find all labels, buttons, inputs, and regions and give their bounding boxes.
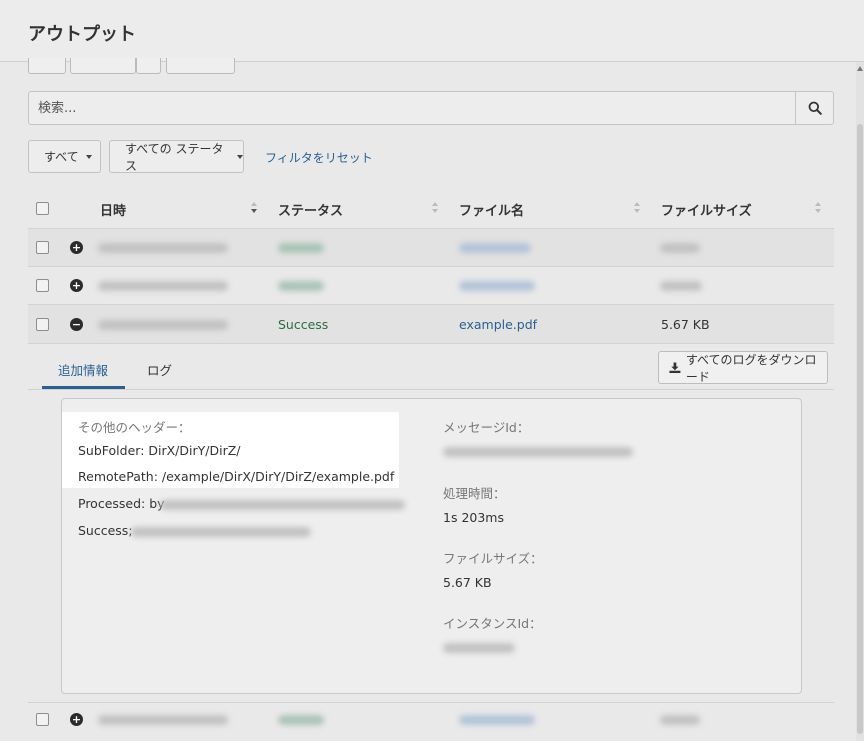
instance-id-label: インスタンスId： — [443, 616, 542, 631]
redacted-filesize — [660, 281, 702, 291]
row-checkbox[interactable] — [36, 279, 49, 292]
redacted-message-id — [443, 447, 633, 457]
type-filter-label: すべて — [44, 150, 79, 164]
remotepath-value: RemotePath: /example/DirX/DirY/DirZ/exam… — [78, 469, 395, 484]
sort-icon[interactable] — [815, 202, 821, 216]
redacted-success-value — [131, 527, 311, 537]
redacted-processed-value — [160, 500, 405, 510]
divider — [28, 343, 834, 344]
success-prefix: Success; — [78, 523, 133, 538]
caret-down-icon — [85, 154, 92, 159]
scrollbar-thumb[interactable] — [857, 124, 863, 734]
column-header-datetime[interactable]: 日時 — [100, 200, 126, 219]
redacted-filesize — [660, 715, 700, 725]
filesize-cell: 5.67 KB — [661, 317, 710, 332]
filename-link[interactable]: example.pdf — [459, 317, 537, 332]
redacted-status — [278, 715, 324, 725]
page-header: アウトプット — [0, 0, 864, 62]
toolbar-button-partial[interactable] — [166, 58, 235, 74]
scroll-up-icon[interactable] — [857, 66, 863, 71]
sort-icon[interactable] — [251, 202, 257, 216]
search-icon — [808, 101, 822, 115]
processed-prefix: Processed: by — [78, 496, 165, 511]
tab-additional-info[interactable]: 追加情報 — [58, 360, 108, 379]
redacted-datetime — [98, 243, 228, 253]
download-all-logs-label: すべてのログをダウンロード — [685, 352, 817, 384]
column-header-status[interactable]: ステータス — [278, 200, 343, 219]
sort-icon[interactable] — [432, 202, 438, 216]
divider — [28, 389, 834, 390]
row-checkbox[interactable] — [36, 713, 49, 726]
expand-icon[interactable]: + — [70, 241, 83, 254]
collapse-icon[interactable]: − — [70, 318, 83, 331]
tab-log[interactable]: ログ — [147, 360, 172, 379]
search-input[interactable] — [29, 92, 797, 124]
processing-time-value: 1s 203ms — [443, 510, 504, 525]
toolbar-button-partial[interactable] — [70, 58, 136, 74]
toolbar-button-partial[interactable] — [28, 58, 66, 74]
other-headers-label: その他のヘッダー： — [78, 420, 191, 435]
caret-down-icon — [237, 154, 243, 159]
file-size-label: ファイルサイズ： — [443, 551, 543, 566]
row-checkbox[interactable] — [36, 318, 49, 331]
status-filter-label: すべての ステータス — [125, 141, 224, 173]
toolbar-button-partial[interactable] — [136, 58, 161, 74]
download-icon — [669, 362, 681, 373]
expand-icon[interactable]: + — [70, 713, 83, 726]
type-filter-dropdown[interactable]: すべて — [28, 140, 101, 173]
row-checkbox[interactable] — [36, 241, 49, 254]
status-filter-dropdown[interactable]: すべての ステータス — [109, 140, 244, 173]
sort-icon[interactable] — [634, 202, 640, 216]
download-all-logs-button[interactable]: すべてのログをダウンロード — [658, 351, 828, 384]
vertical-scrollbar[interactable] — [856, 62, 864, 741]
redacted-status — [278, 243, 324, 253]
column-header-filename[interactable]: ファイル名 — [459, 200, 524, 219]
redacted-instance-id — [443, 643, 515, 653]
redacted-datetime — [98, 281, 228, 291]
redacted-filesize — [660, 243, 700, 253]
redacted-datetime — [98, 715, 228, 725]
redacted-filename — [459, 715, 535, 725]
search-button[interactable] — [795, 92, 833, 124]
reset-filters-link[interactable]: フィルタをリセット — [265, 149, 373, 166]
redacted-filename — [459, 281, 535, 291]
output-page: アウトプット すべて すべての ステータス フィルタをリセット 日時 ステータス… — [0, 0, 864, 741]
expand-icon[interactable]: + — [70, 279, 83, 292]
redacted-status — [278, 281, 324, 291]
status-cell: Success — [278, 317, 329, 332]
redacted-filename — [459, 243, 531, 253]
file-size-value: 5.67 KB — [443, 575, 492, 590]
page-title: アウトプット — [28, 24, 136, 45]
message-id-label: メッセージId： — [443, 420, 530, 435]
subfolder-value: SubFolder: DirX/DirY/DirZ/ — [78, 443, 241, 458]
select-all-checkbox[interactable] — [36, 202, 49, 215]
processing-time-label: 処理時間： — [443, 486, 506, 501]
column-header-filesize[interactable]: ファイルサイズ — [661, 200, 752, 219]
redacted-datetime — [98, 320, 228, 330]
search-bar — [28, 91, 834, 125]
